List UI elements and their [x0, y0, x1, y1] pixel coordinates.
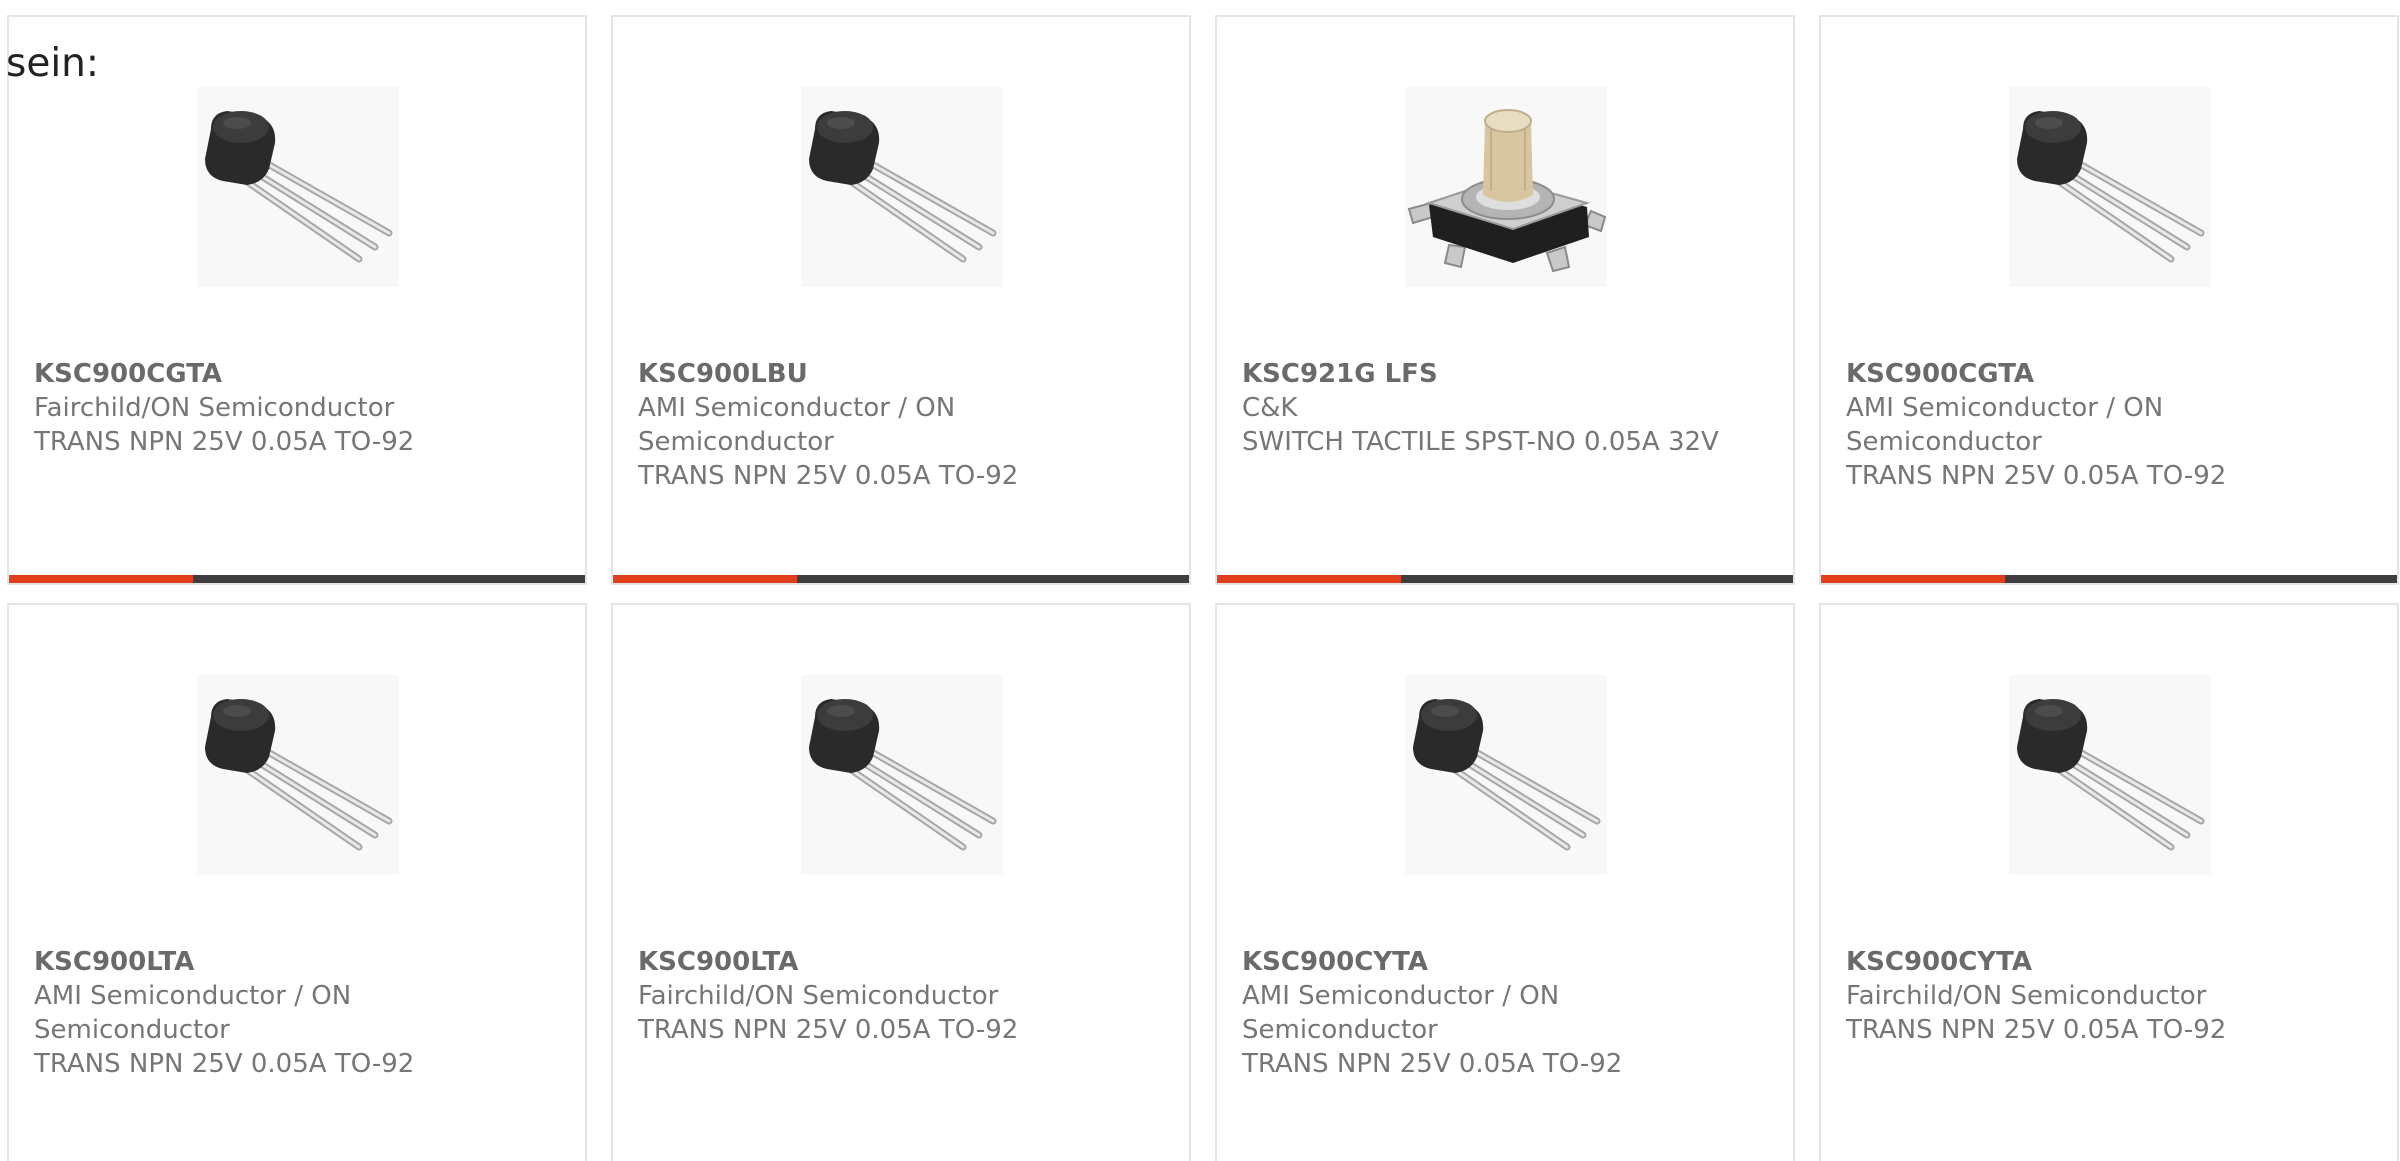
- product-manufacturer: C&K: [1242, 393, 1298, 423]
- product-card[interactable]: KSC900CYTA AMI Semiconductor / ON Semico…: [1215, 603, 1795, 1161]
- page: sein: KSC900CGTA Fairchild/ON Semiconduc…: [0, 0, 2400, 1161]
- product-description: TRANS NPN 25V 0.05A TO-92: [34, 1049, 415, 1079]
- product-description: TRANS NPN 25V 0.05A TO-92: [1846, 1015, 2227, 1045]
- product-part-number[interactable]: KSC921G LFS: [1242, 357, 1762, 391]
- product-image[interactable]: [1405, 675, 1607, 875]
- product-info: KSC921G LFS C&K SWITCH TACTILE SPST-NO 0…: [1242, 357, 1762, 459]
- card-progress-accent: [1821, 575, 2006, 583]
- transistor-image: [197, 675, 399, 875]
- product-card[interactable]: KSC900CGTA Fairchild/ON Semiconductor TR…: [7, 15, 587, 585]
- product-manufacturer: Fairchild/ON Semiconductor: [1846, 981, 2207, 1011]
- product-description: TRANS NPN 25V 0.05A TO-92: [1242, 1049, 1623, 1079]
- product-card[interactable]: KSC900LBU AMI Semiconductor / ON Semicon…: [611, 15, 1191, 585]
- card-progress-accent: [9, 575, 194, 583]
- product-card[interactable]: KSC900LTA Fairchild/ON Semiconductor TRA…: [611, 603, 1191, 1161]
- tactile-switch-image: [1405, 87, 1607, 287]
- product-info: KSC900CGTA AMI Semiconductor / ON Semico…: [1846, 357, 2366, 493]
- intro-text: sein:: [6, 41, 100, 86]
- product-description: TRANS NPN 25V 0.05A TO-92: [34, 427, 415, 457]
- product-image[interactable]: [197, 675, 399, 875]
- product-info: KSC900LTA Fairchild/ON Semiconductor TRA…: [638, 945, 1158, 1047]
- card-progress-accent: [1217, 575, 1402, 583]
- product-info: KSC900CYTA AMI Semiconductor / ON Semico…: [1242, 945, 1762, 1081]
- card-progress-accent: [613, 575, 798, 583]
- product-info: KSC900LTA AMI Semiconductor / ON Semicon…: [34, 945, 554, 1081]
- product-description: SWITCH TACTILE SPST-NO 0.05A 32V: [1242, 427, 1719, 457]
- product-part-number[interactable]: KSC900LTA: [34, 945, 554, 979]
- product-image[interactable]: [801, 87, 1003, 287]
- product-manufacturer: Fairchild/ON Semiconductor: [638, 981, 999, 1011]
- product-info: KSC900CGTA Fairchild/ON Semiconductor TR…: [34, 357, 554, 459]
- product-description: TRANS NPN 25V 0.05A TO-92: [1846, 461, 2227, 491]
- product-description: TRANS NPN 25V 0.05A TO-92: [638, 1015, 1019, 1045]
- product-card[interactable]: KSC900LTA AMI Semiconductor / ON Semicon…: [7, 603, 587, 1161]
- product-manufacturer: Fairchild/ON Semiconductor: [34, 393, 395, 423]
- product-info: KSC900CYTA Fairchild/ON Semiconductor TR…: [1846, 945, 2366, 1047]
- product-info: KSC900LBU AMI Semiconductor / ON Semicon…: [638, 357, 1158, 493]
- product-manufacturer: AMI Semiconductor / ON Semiconductor: [34, 981, 352, 1045]
- product-part-number[interactable]: KSC900CGTA: [34, 357, 554, 391]
- product-part-number[interactable]: KSC900LBU: [638, 357, 1158, 391]
- product-image[interactable]: [801, 675, 1003, 875]
- product-part-number[interactable]: KSC900CYTA: [1846, 945, 2366, 979]
- product-part-number[interactable]: KSC900CGTA: [1846, 357, 2366, 391]
- card-progress-bar: [1217, 575, 1793, 583]
- product-image[interactable]: [2009, 87, 2211, 287]
- product-image[interactable]: [2009, 675, 2211, 875]
- product-image[interactable]: [197, 87, 399, 287]
- card-progress-bar: [1821, 575, 2397, 583]
- product-manufacturer: AMI Semiconductor / ON Semiconductor: [1846, 393, 2164, 457]
- product-part-number[interactable]: KSC900LTA: [638, 945, 1158, 979]
- product-description: TRANS NPN 25V 0.05A TO-92: [638, 461, 1019, 491]
- product-card[interactable]: KSC900CYTA Fairchild/ON Semiconductor TR…: [1819, 603, 2399, 1161]
- product-card[interactable]: KSC921G LFS C&K SWITCH TACTILE SPST-NO 0…: [1215, 15, 1795, 585]
- transistor-image: [801, 87, 1003, 287]
- product-image[interactable]: [1405, 87, 1607, 287]
- product-card[interactable]: KSC900CGTA AMI Semiconductor / ON Semico…: [1819, 15, 2399, 585]
- transistor-image: [197, 87, 399, 287]
- transistor-image: [2009, 675, 2211, 875]
- product-manufacturer: AMI Semiconductor / ON Semiconductor: [1242, 981, 1560, 1045]
- product-part-number[interactable]: KSC900CYTA: [1242, 945, 1762, 979]
- transistor-image: [801, 675, 1003, 875]
- transistor-image: [1405, 675, 1607, 875]
- card-progress-bar: [613, 575, 1189, 583]
- product-grid: KSC900CGTA Fairchild/ON Semiconductor TR…: [7, 15, 2399, 1161]
- transistor-image: [2009, 87, 2211, 287]
- card-progress-bar: [9, 575, 585, 583]
- product-manufacturer: AMI Semiconductor / ON Semiconductor: [638, 393, 956, 457]
